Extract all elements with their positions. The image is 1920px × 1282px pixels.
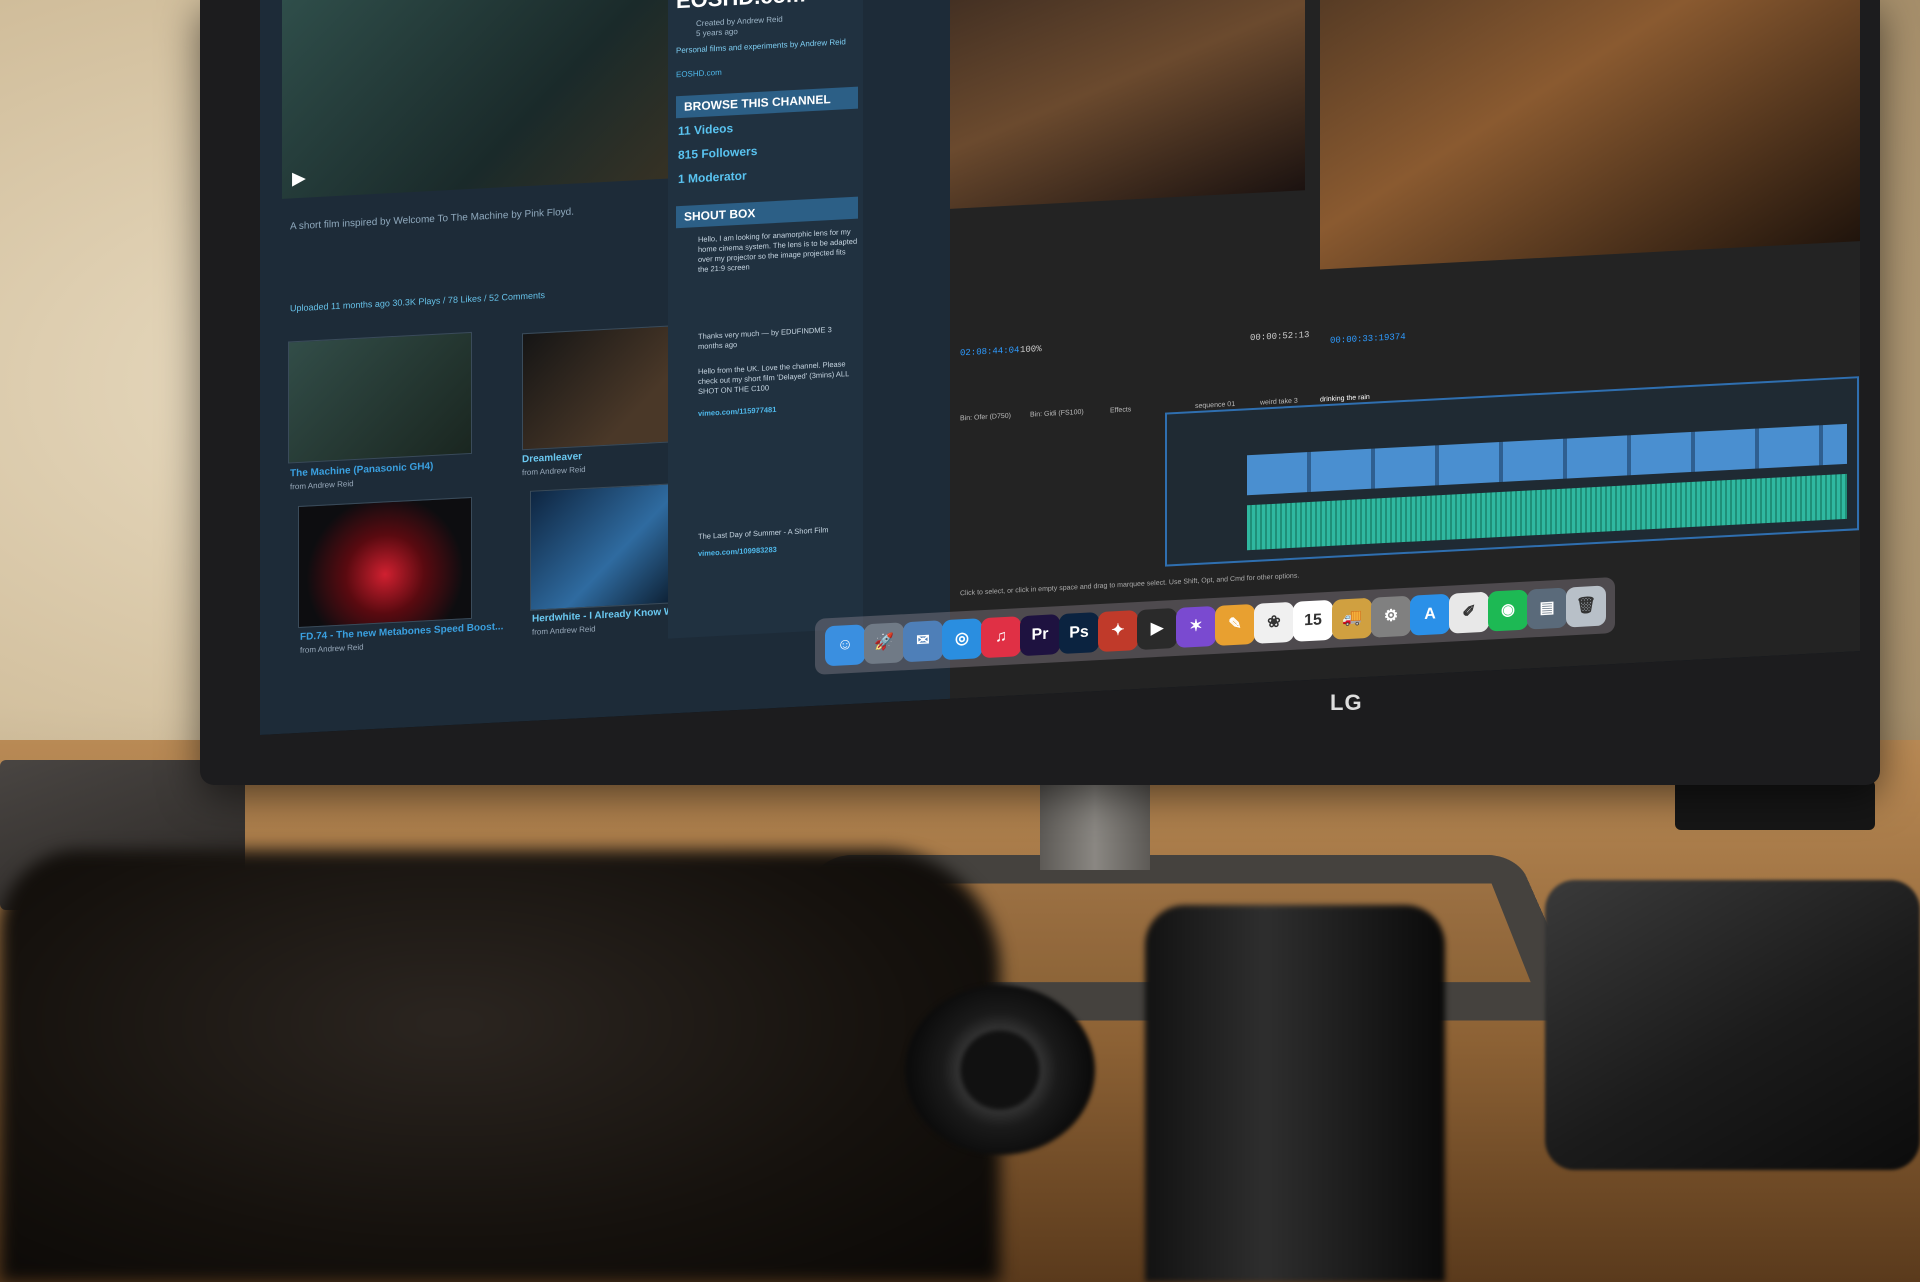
shout-message-2: Thanks very much — by EDUFINDME 3 months…	[698, 325, 832, 352]
safari-icon[interactable]: ◎	[942, 618, 982, 661]
screen: ▶ A short film inspired by Welcome To Th…	[260, 0, 1860, 735]
tab-bin-gidi[interactable]: Bin: Gidi (FS100)	[1030, 409, 1084, 419]
browse-heading: BROWSE THIS CHANNEL	[676, 86, 858, 119]
preview-icon[interactable]: ✉	[903, 620, 943, 663]
thumb-2[interactable]	[522, 324, 689, 451]
shout-message-3: Hello from the UK. Love the channel. Ple…	[698, 359, 849, 397]
camera-right	[1545, 880, 1920, 1170]
pages-icon[interactable]: ✎	[1215, 603, 1255, 646]
shout-link-1[interactable]: vimeo.com/115977481	[698, 401, 858, 419]
main-video[interactable]	[282, 0, 712, 199]
system-prefs-icon[interactable]: ⚙	[1371, 595, 1411, 638]
premiere-icon[interactable]: Pr	[1020, 614, 1060, 657]
duration-timecode: 00:00:52:13	[1250, 330, 1310, 344]
program-timecode: 00:00:33:19374	[1330, 331, 1406, 346]
thumb-1[interactable]	[288, 331, 472, 464]
finder-icon[interactable]: ☺	[825, 624, 865, 667]
resolve-icon[interactable]: ✦	[1098, 609, 1138, 653]
music-icon[interactable]: ♫	[981, 616, 1021, 659]
video-meta: Uploaded 11 months ago 30.3K Plays / 78 …	[290, 290, 545, 314]
thumb-1-author: from Andrew Reid	[290, 479, 354, 492]
appstore-icon[interactable]: A	[1410, 593, 1450, 636]
camera-foreground-left	[0, 850, 1000, 1282]
thumb-3-author: from Andrew Reid	[300, 642, 364, 655]
source-monitor[interactable]	[950, 0, 1305, 209]
launchpad-icon[interactable]: 🚀	[864, 622, 904, 665]
tab-effects[interactable]: Effects	[1110, 406, 1131, 414]
textedit-icon[interactable]: ✐	[1449, 591, 1489, 634]
thumb-2-title[interactable]: Dreamleaver	[522, 451, 582, 465]
tagline: Personal films and experiments by Andrew…	[676, 37, 846, 56]
play-icon[interactable]: ▶	[292, 168, 306, 190]
downloads-icon[interactable]: ▤	[1527, 587, 1567, 630]
created-by: Created by Andrew Reid	[696, 14, 783, 29]
photoshop-icon[interactable]: Ps	[1059, 612, 1099, 655]
lg-logo: LG	[1330, 690, 1363, 715]
monitor: ▶ A short film inspired by Welcome To Th…	[200, 0, 1880, 785]
shout-message-1: Hello, I am looking for anamorphic lens …	[698, 227, 858, 275]
monitor-stand-neck	[1040, 780, 1150, 870]
stat-moderator[interactable]: 1 Moderator	[678, 168, 747, 186]
site-link[interactable]: EOSHD.com	[676, 68, 722, 79]
motion-icon[interactable]: ▶	[1137, 607, 1177, 651]
video-caption: A short film inspired by Welcome To The …	[290, 206, 575, 233]
tab-bin-ofer[interactable]: Bin: Ofer (D750)	[960, 413, 1011, 423]
channel-sidebar: EOSHD.com Created by Andrew Reid 5 years…	[668, 0, 863, 639]
device-right	[1675, 780, 1875, 830]
lens-mount	[905, 985, 1095, 1155]
shout-link-2[interactable]: vimeo.com/109983283	[698, 541, 858, 559]
calendar-icon[interactable]: 15	[1293, 599, 1333, 642]
camera-lens	[1145, 905, 1445, 1282]
spotify-icon[interactable]: ◉	[1488, 589, 1528, 632]
trash-icon[interactable]: 🗑	[1566, 585, 1606, 628]
program-monitor[interactable]	[1320, 0, 1860, 270]
stat-followers[interactable]: 815 Followers	[678, 144, 757, 162]
shout-message-4: The Last Day of Summer - A Short Film	[698, 525, 829, 542]
source-timecode: 02:08:44:04	[960, 345, 1020, 359]
age: 5 years ago	[696, 26, 738, 39]
fcpx-icon[interactable]: ✶	[1176, 605, 1216, 648]
thumb-3[interactable]	[298, 496, 472, 629]
thumb-1-title[interactable]: The Machine (Panasonic GH4)	[290, 461, 433, 480]
thumb-4-author: from Andrew Reid	[532, 624, 596, 637]
zoom-level[interactable]: 100%	[1020, 344, 1042, 355]
shout-heading: SHOUT BOX	[676, 196, 858, 229]
transmit-icon[interactable]: 🚚	[1332, 597, 1372, 640]
photos-icon[interactable]: ❀	[1254, 601, 1294, 644]
site-title[interactable]: EOSHD.com	[676, 0, 806, 14]
thumb-2-author: from Andrew Reid	[522, 464, 586, 478]
stat-videos[interactable]: 11 Videos	[678, 121, 733, 138]
